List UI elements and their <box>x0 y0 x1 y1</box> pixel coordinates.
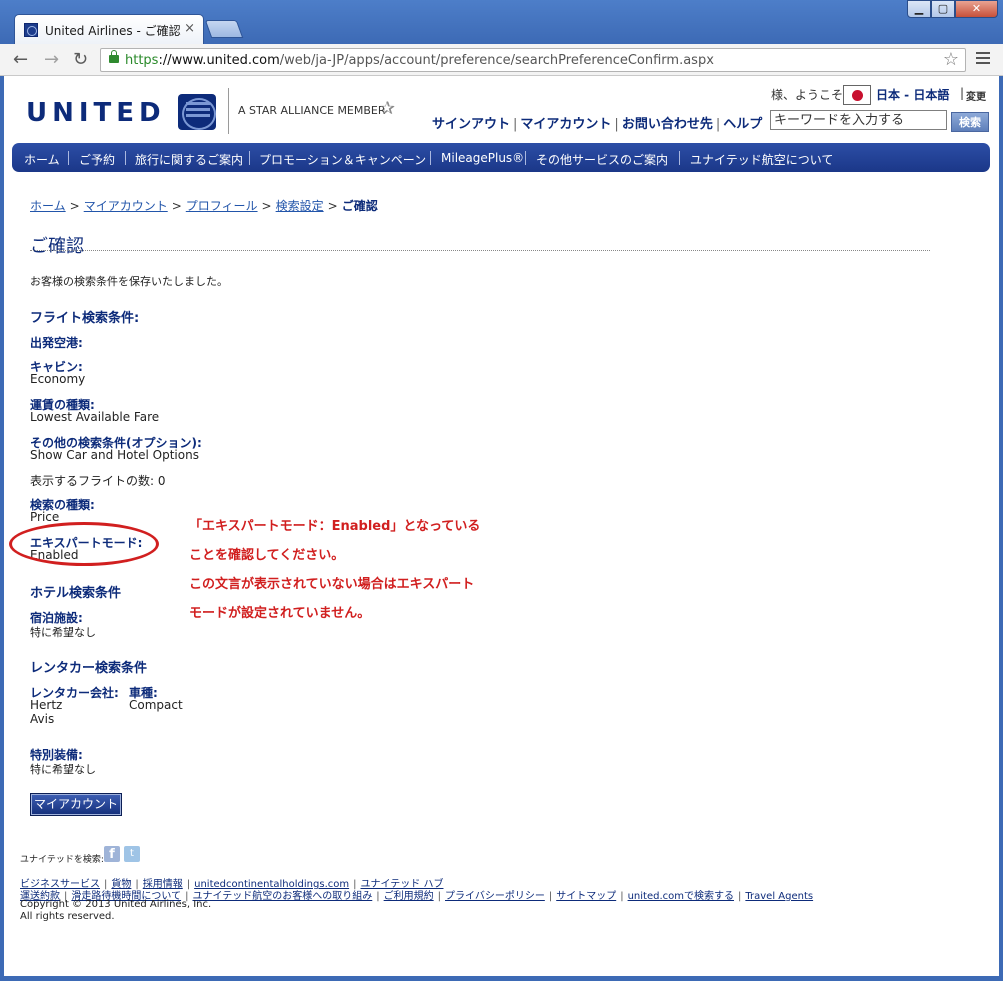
language-separator: | <box>960 86 965 100</box>
window-frame-right <box>999 76 1003 981</box>
nav-about-united[interactable]: ユナイテッド航空について <box>690 151 833 168</box>
footer-search-label: ユナイテッドを検索: <box>20 855 104 865</box>
browser-menu-icon[interactable] <box>976 52 990 66</box>
back-arrow-icon[interactable]: ← <box>13 50 28 70</box>
origin-label: 出発空港: <box>30 336 83 350</box>
japan-flag-icon <box>843 85 871 105</box>
nav-separator <box>430 151 431 165</box>
twitter-icon[interactable]: t <box>124 846 140 862</box>
car-type-value: Compact <box>129 698 183 712</box>
annotation-line: 「エキスパートモード：Enabled」となっている <box>189 519 481 534</box>
title-divider <box>30 250 930 251</box>
copyright-text: Copyright © 2013 United Airlines, Inc. <box>20 899 212 910</box>
browser-toolbar: ← → ↻ https://www.united.com/web/ja-JP/a… <box>0 44 1003 76</box>
copyright: Copyright © 2013 United Airlines, Inc. A… <box>20 899 211 923</box>
main-navigation: ホーム ご予約 旅行に関するご案内 プロモーション＆キャンペーン Mileage… <box>12 143 990 172</box>
lock-icon <box>109 50 119 63</box>
annotation-line: モードが設定されていません。 <box>189 606 371 621</box>
nav-separator <box>679 151 680 165</box>
cabin-value: Economy <box>30 372 86 386</box>
united-logo[interactable]: UNITED <box>26 98 166 128</box>
welcome-greeting: 様、ようこそ <box>771 88 844 102</box>
facebook-icon[interactable]: f <box>104 846 120 862</box>
footer-link[interactable]: サイトマップ <box>556 891 616 902</box>
myaccount-link[interactable]: マイアカウント <box>520 117 611 132</box>
breadcrumb-search-settings[interactable]: 検索設定 <box>276 199 324 213</box>
contact-link[interactable]: お問い合わせ先 <box>622 117 713 132</box>
hotel-section-title: ホテル検索条件 <box>30 586 122 601</box>
annotation-line: この文言が表示されていない場合はエキスパート <box>189 577 475 592</box>
maximize-window-button[interactable]: ▢ <box>931 0 955 18</box>
browser-tab[interactable]: United Airlines - ご確認 × <box>14 14 204 44</box>
nav-promotions[interactable]: プロモーション＆キャンペーン <box>259 151 426 168</box>
accommodation-value: 特に希望なし <box>30 626 96 639</box>
car-company-value: Hertz <box>30 698 63 712</box>
address-bar[interactable]: https://www.united.com/web/ja-JP/apps/ac… <box>100 48 966 72</box>
tab-title: United Airlines - ご確認 <box>45 24 181 38</box>
header-links: サインアウト | マイアカウント | お問い合わせ先 | ヘルプ <box>432 117 763 132</box>
breadcrumb-profile[interactable]: プロフィール <box>186 199 258 213</box>
footer-link[interactable]: ユナイテッド航空のお客様への取り組み <box>192 891 372 902</box>
footer-link[interactable]: ご利用規約 <box>384 891 434 902</box>
new-tab-button[interactable] <box>204 20 244 38</box>
annotation-highlight-oval <box>9 522 159 566</box>
window-frame-left <box>0 76 4 981</box>
minimize-window-button[interactable]: ▁ <box>907 0 931 18</box>
equipment-value: 特に希望なし <box>30 763 96 776</box>
close-tab-icon[interactable]: × <box>184 21 195 36</box>
nav-travel-info[interactable]: 旅行に関するご案内 <box>135 151 243 168</box>
car-section-title: レンタカー検索条件 <box>30 661 148 676</box>
options-value: Show Car and Hotel Options <box>30 448 199 462</box>
nav-separator <box>68 151 69 165</box>
change-language-link[interactable]: 変更 <box>966 88 986 103</box>
nav-home[interactable]: ホーム <box>24 151 60 168</box>
nav-other-services[interactable]: その他サービスのご案内 <box>536 151 668 168</box>
nav-separator <box>525 151 526 165</box>
window-frame-bottom <box>0 976 1003 981</box>
breadcrumb-home[interactable]: ホーム <box>30 199 66 213</box>
bookmark-star-icon[interactable]: ☆ <box>943 49 959 70</box>
united-favicon-icon <box>24 23 38 37</box>
reload-icon[interactable]: ↻ <box>73 50 88 70</box>
annotation-note: 「エキスパートモード：Enabled」となっている ことを確認してください。 こ… <box>189 512 549 628</box>
star-alliance-icon: ✰ <box>380 98 396 119</box>
help-link[interactable]: ヘルプ <box>723 117 762 132</box>
myaccount-button[interactable]: マイアカウント <box>30 793 122 816</box>
breadcrumb-myaccount[interactable]: マイアカウント <box>84 199 168 213</box>
flights-count: 表示するフライトの数: 0 <box>30 474 166 488</box>
footer-link[interactable]: プライバシーポリシー <box>445 891 545 902</box>
footer-link[interactable]: united.comで検索する <box>628 891 734 902</box>
page-title: ご確認 <box>30 236 84 257</box>
breadcrumb: ホーム > マイアカウント > プロフィール > 検索設定 > ご確認 <box>30 199 378 213</box>
search-type-value: Price <box>30 510 60 524</box>
logo-divider <box>228 88 229 134</box>
flight-section-title: フライト検索条件: <box>30 311 140 326</box>
nav-separator <box>249 151 250 165</box>
fare-value: Lowest Available Fare <box>30 410 160 424</box>
nav-booking[interactable]: ご予約 <box>79 151 115 168</box>
signout-link[interactable]: サインアウト <box>432 117 510 132</box>
united-globe-icon[interactable] <box>178 94 216 130</box>
url-text: https://www.united.com/web/ja-JP/apps/ac… <box>125 53 714 68</box>
car-company-value: Avis <box>30 712 55 726</box>
close-window-button[interactable]: ✕ <box>955 0 998 18</box>
search-button[interactable]: 検索 <box>951 112 989 132</box>
saved-message: お客様の検索条件を保存いたしました。 <box>30 275 228 288</box>
forward-arrow-icon[interactable]: → <box>44 50 59 70</box>
language-selection: 日本 - 日本語 <box>876 88 950 102</box>
star-alliance-text: A STAR ALLIANCE MEMBER <box>238 104 386 117</box>
nav-mileageplus[interactable]: MileagePlus® <box>441 151 524 165</box>
rights-text: All rights reserved. <box>20 911 115 922</box>
footer-link[interactable]: Travel Agents <box>745 891 813 902</box>
keyword-search-input[interactable] <box>770 110 947 130</box>
nav-separator <box>125 151 126 165</box>
breadcrumb-current: ご確認 <box>341 199 378 213</box>
annotation-line: ことを確認してください。 <box>189 548 345 563</box>
